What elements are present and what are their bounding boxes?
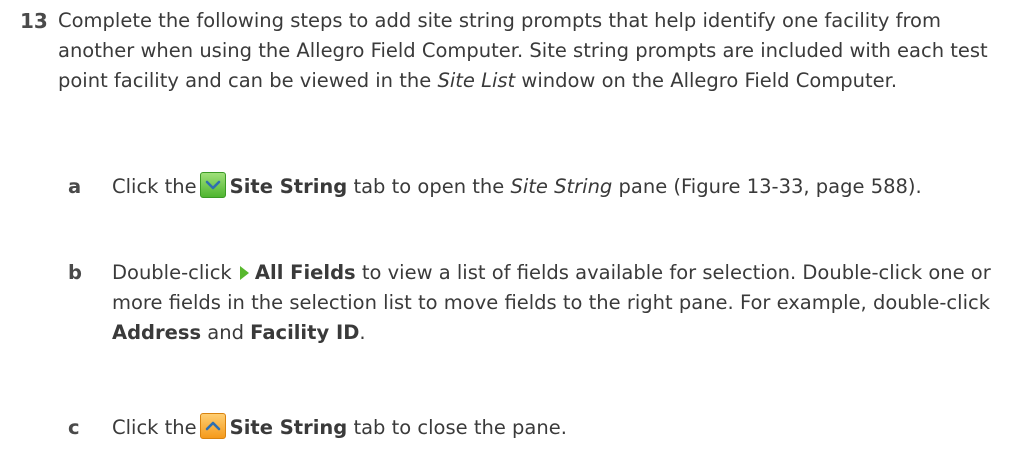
site-string-tab-label: Site String bbox=[229, 175, 348, 198]
substep-b-text-3: and bbox=[201, 321, 251, 344]
substep-text: Double-click All Fields to view a list o… bbox=[112, 258, 992, 348]
substep-b-text-1: Double-click bbox=[112, 261, 232, 284]
substep-b-text-4: . bbox=[359, 321, 366, 344]
substep-c: c Click the Site String tab to close the … bbox=[0, 413, 1000, 443]
step-number: 13 bbox=[20, 9, 48, 33]
site-list-window-name: Site List bbox=[437, 69, 516, 92]
substep-a: a Click the Site String tab to open the S… bbox=[0, 172, 1000, 202]
substep-text: Click the Site String tab to close the pa… bbox=[112, 413, 992, 443]
substep-letter: c bbox=[68, 416, 80, 439]
site-string-tab-label: Site String bbox=[229, 416, 348, 439]
substep-letter: b bbox=[68, 261, 82, 284]
substep-a-text-1: Click the bbox=[112, 175, 197, 198]
substep-c-text-1: Click the bbox=[112, 416, 197, 439]
substep-text: Click the Site String tab to open the Sit… bbox=[112, 172, 992, 202]
document-page: 13 Complete the following steps to add s… bbox=[0, 0, 1034, 468]
chevron-down-icon bbox=[199, 172, 226, 198]
step-text-part-2: window on the Allegro Field Computer. bbox=[515, 69, 898, 92]
address-field-label: Address bbox=[112, 321, 202, 344]
substep-b: b Double-click All Fields to view a list… bbox=[0, 258, 1000, 348]
substep-a-text-3: pane (Figure 13-33, page 588). bbox=[612, 175, 922, 198]
step-text: Complete the following steps to add site… bbox=[58, 6, 1018, 96]
substep-a-text-2: tab to open the bbox=[347, 175, 511, 198]
chevron-up-icon bbox=[199, 413, 226, 439]
site-string-pane-name: Site String bbox=[510, 175, 613, 198]
substep-letter: a bbox=[68, 175, 82, 198]
substep-c-text-2: tab to close the pane. bbox=[347, 416, 567, 439]
all-fields-label: All Fields bbox=[254, 261, 356, 284]
step-13: 13 Complete the following steps to add s… bbox=[20, 6, 1020, 96]
facility-id-field-label: Facility ID bbox=[250, 321, 360, 344]
triangle-right-icon bbox=[239, 266, 249, 280]
